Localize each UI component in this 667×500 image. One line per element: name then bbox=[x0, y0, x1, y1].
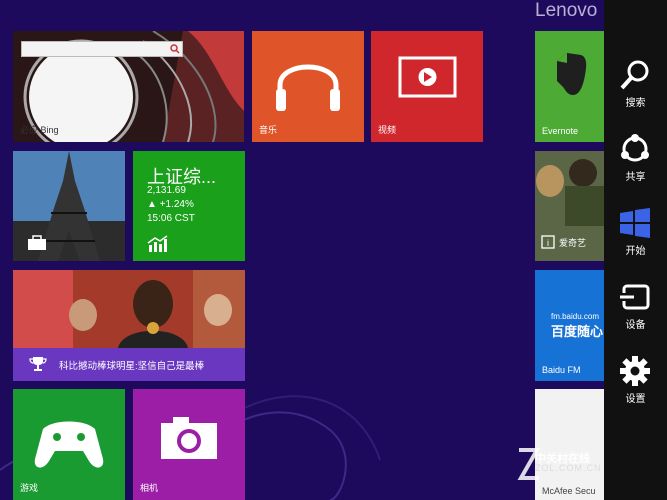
iqiyi-logo-icon: i bbox=[541, 235, 555, 249]
charm-search[interactable]: 搜索 bbox=[604, 50, 667, 124]
finance-index-value: 2,131.69 bbox=[147, 185, 186, 196]
evernote-tile-label: Evernote bbox=[542, 126, 579, 136]
trophy-icon bbox=[29, 357, 47, 371]
svg-text:i: i bbox=[547, 238, 549, 248]
share-icon bbox=[621, 134, 649, 162]
gear-icon bbox=[620, 356, 650, 386]
charm-share-label: 共享 bbox=[625, 172, 646, 183]
baidufm-tile-label: Baidu FM bbox=[542, 365, 581, 375]
charm-share[interactable]: 共享 bbox=[604, 124, 667, 198]
charm-search-label: 搜索 bbox=[625, 98, 646, 109]
music-tile-label: 音乐 bbox=[259, 125, 278, 135]
sports-news-image bbox=[13, 270, 245, 348]
games-tile[interactable]: 游戏 bbox=[13, 389, 125, 500]
finance-index-change: ▲ +1.24% bbox=[147, 199, 194, 210]
sports-caption-text: 科比撼动棒球明星:坚信自己是最棒 bbox=[59, 361, 205, 372]
baidufm-logo: 百度随心 bbox=[551, 324, 604, 339]
charm-devices[interactable]: 设备 bbox=[604, 272, 667, 346]
bing-search-box[interactable] bbox=[21, 41, 183, 57]
charm-devices-label: 设备 bbox=[625, 320, 646, 331]
camera-tile-label: 相机 bbox=[140, 483, 159, 493]
stock-chart-icon bbox=[147, 235, 168, 252]
finance-update-time: 15:06 CST bbox=[147, 213, 195, 224]
bing-tile[interactable]: 必应 Bing bbox=[13, 31, 244, 142]
suitcase-icon bbox=[28, 235, 46, 250]
sports-tile[interactable]: 科比撼动棒球明星:坚信自己是最棒 bbox=[13, 270, 245, 381]
search-icon bbox=[170, 44, 180, 54]
video-tile-label: 视频 bbox=[378, 125, 397, 135]
iqiyi-tile-label: 爱奇艺 bbox=[559, 238, 587, 248]
windows-logo-icon bbox=[620, 208, 650, 238]
charm-settings[interactable]: 设置 bbox=[604, 346, 667, 420]
evernote-tile[interactable]: Evernote bbox=[535, 31, 605, 142]
travel-tile[interactable] bbox=[13, 151, 125, 261]
finance-tile[interactable]: 上证综... 2,131.69 ▲ +1.24% 15:06 CST bbox=[133, 151, 245, 261]
search-icon bbox=[620, 60, 649, 90]
user-name[interactable]: Lenovo bbox=[535, 0, 597, 22]
charm-start[interactable]: 开始 bbox=[604, 198, 667, 272]
charm-settings-label: 设置 bbox=[625, 394, 646, 405]
iqiyi-tile[interactable]: i 爱奇艺 bbox=[535, 151, 605, 261]
music-tile[interactable]: 音乐 bbox=[252, 31, 364, 142]
watermark-line2: ZOL.COM.CN bbox=[535, 463, 602, 473]
charms-bar: 搜索 共享 开始 设备 设置 bbox=[604, 0, 667, 500]
baidufm-tile[interactable]: fm.baidu.com 百度随心 Baidu FM bbox=[535, 270, 605, 381]
zol-watermark: 中关村在线 ZOL.COM.CN bbox=[515, 440, 605, 500]
baidufm-url: fm.baidu.com bbox=[551, 312, 600, 321]
video-tile[interactable]: 视频 bbox=[371, 31, 483, 142]
charm-start-label: 开始 bbox=[625, 246, 646, 257]
camera-tile[interactable]: 相机 bbox=[133, 389, 245, 500]
sports-caption-bar: 科比撼动棒球明星:坚信自己是最棒 bbox=[13, 348, 245, 381]
bing-tile-label: 必应 Bing bbox=[20, 125, 59, 135]
devices-icon bbox=[620, 284, 650, 310]
games-tile-label: 游戏 bbox=[20, 483, 39, 493]
